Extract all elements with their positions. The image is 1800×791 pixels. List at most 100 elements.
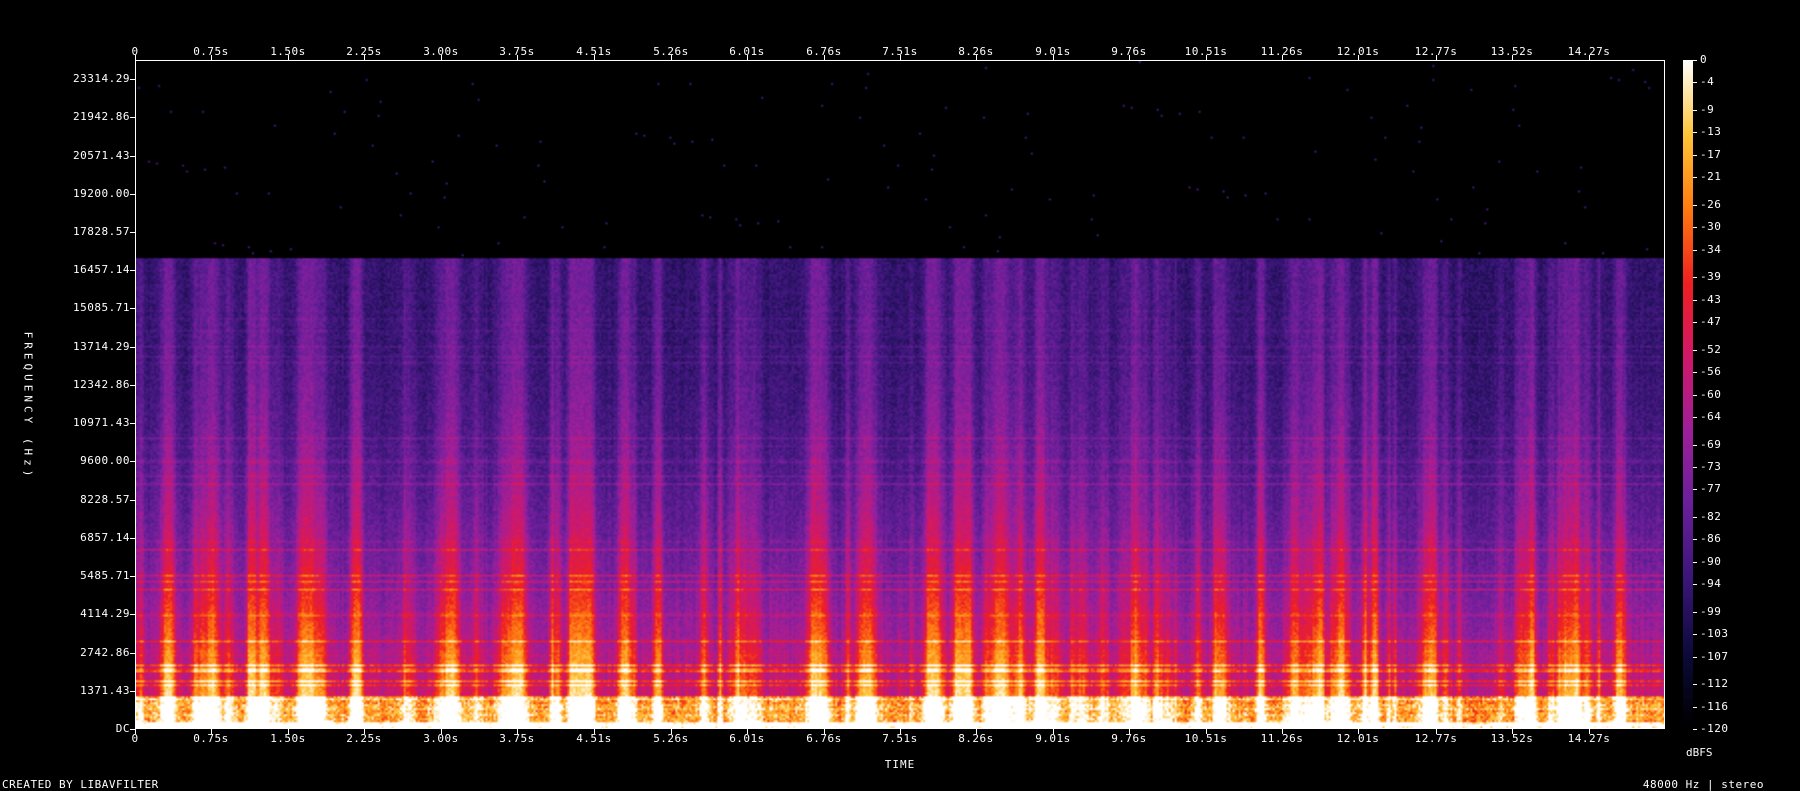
x-tick-bottom [517, 729, 518, 734]
y-tick-label: 12342.86 [73, 378, 130, 391]
y-tick-label: DC [115, 722, 130, 735]
colorbar-tick [1693, 132, 1697, 133]
colorbar-tick [1693, 177, 1697, 178]
y-tick-label: 23314.29 [73, 72, 130, 85]
colorbar-tick-label: -73 [1700, 460, 1722, 473]
x-tick-label-bottom: 2.25s [346, 732, 382, 745]
x-tick-label-bottom: 6.76s [806, 732, 842, 745]
x-tick-label-top: 6.01s [729, 45, 765, 58]
colorbar [1683, 60, 1693, 729]
colorbar-tick [1693, 445, 1697, 446]
x-axis-label: TIME [884, 758, 916, 771]
colorbar-tick-label: -77 [1700, 482, 1722, 495]
x-tick-label-bottom: 7.51s [882, 732, 918, 745]
colorbar-tick-label: -26 [1700, 198, 1722, 211]
x-tick-bottom [1436, 729, 1437, 734]
colorbar-tick [1693, 350, 1697, 351]
x-tick-label-top: 0.75s [193, 45, 229, 58]
x-tick-label-bottom: 11.26s [1260, 732, 1304, 745]
colorbar-tick-label: -30 [1700, 220, 1722, 233]
x-tick-label-bottom: 3.75s [499, 732, 535, 745]
x-tick-bottom [1512, 729, 1513, 734]
colorbar-tick [1693, 657, 1697, 658]
x-tick-bottom [1358, 729, 1359, 734]
y-tick-label: 17828.57 [73, 225, 130, 238]
colorbar-tick-label: -69 [1700, 438, 1722, 451]
colorbar-tick-label: -103 [1700, 627, 1729, 640]
x-tick-label-top: 11.26s [1260, 45, 1304, 58]
colorbar-tick-label: -86 [1700, 532, 1722, 545]
x-tick-bottom [1053, 729, 1054, 734]
colorbar-tick [1693, 467, 1697, 468]
x-tick-bottom [671, 729, 672, 734]
x-tick-label-bottom: 6.01s [729, 732, 765, 745]
x-tick-bottom [747, 729, 748, 734]
x-tick-label-top: 7.51s [882, 45, 918, 58]
x-tick-label-top: 3.00s [423, 45, 459, 58]
colorbar-tick-label: -17 [1700, 148, 1722, 161]
spectrogram-plot [135, 60, 1665, 729]
x-tick-bottom [824, 729, 825, 734]
x-tick-label-bottom: 5.26s [653, 732, 689, 745]
x-tick-label-bottom: 3.00s [423, 732, 459, 745]
x-tick-label-bottom: 4.51s [576, 732, 612, 745]
colorbar-tick [1693, 250, 1697, 251]
x-tick-label-top: 3.75s [499, 45, 535, 58]
colorbar-tick-label: -116 [1700, 700, 1729, 713]
x-tick-bottom [288, 729, 289, 734]
colorbar-tick-label: -64 [1700, 410, 1722, 423]
colorbar-tick-label: -9 [1700, 103, 1715, 116]
colorbar-tick-label: -60 [1700, 388, 1722, 401]
colorbar-tick [1693, 707, 1697, 708]
y-tick-label: 5485.71 [80, 569, 130, 582]
x-tick-label-top: 4.51s [576, 45, 612, 58]
x-tick-label-top: 10.51s [1184, 45, 1228, 58]
y-tick-label: 6857.14 [80, 531, 130, 544]
colorbar-tick [1693, 395, 1697, 396]
x-tick-bottom [594, 729, 595, 734]
y-tick-label: 4114.29 [80, 607, 130, 620]
colorbar-tick [1693, 322, 1697, 323]
spectrogram-image [136, 61, 1664, 728]
colorbar-tick-label: -34 [1700, 243, 1722, 256]
colorbar-tick [1693, 82, 1697, 83]
colorbar-tick [1693, 517, 1697, 518]
x-tick-bottom [441, 729, 442, 734]
x-tick-bottom [1206, 729, 1207, 734]
x-tick-bottom [1589, 729, 1590, 734]
y-axis-label: FREQUENCY (Hz) [21, 331, 35, 481]
colorbar-tick [1693, 60, 1697, 61]
x-tick-label-top: 9.76s [1111, 45, 1147, 58]
y-tick-label: 16457.14 [73, 263, 130, 276]
x-tick-label-top: 13.52s [1490, 45, 1534, 58]
colorbar-tick-label: 0 [1700, 53, 1708, 66]
colorbar-tick [1693, 584, 1697, 585]
x-tick-bottom [900, 729, 901, 734]
colorbar-tick [1693, 205, 1697, 206]
colorbar-tick-label: -107 [1700, 650, 1729, 663]
colorbar-tick-label: -94 [1700, 577, 1722, 590]
y-tick-label: 19200.00 [73, 187, 130, 200]
colorbar-tick-label: -99 [1700, 605, 1722, 618]
x-tick-label-top: 12.77s [1414, 45, 1458, 58]
x-tick-label-top: 1.50s [270, 45, 306, 58]
x-tick-label-bottom: 10.51s [1184, 732, 1228, 745]
colorbar-tick-label: -52 [1700, 343, 1722, 356]
x-tick-bottom [976, 729, 977, 734]
colorbar-tick-label: -120 [1700, 722, 1729, 735]
x-tick-bottom [364, 729, 365, 734]
x-tick-label-top: 8.26s [958, 45, 994, 58]
colorbar-tick-label: -82 [1700, 510, 1722, 523]
colorbar-tick [1693, 612, 1697, 613]
x-tick-label-top: 2.25s [346, 45, 382, 58]
colorbar-tick-label: -112 [1700, 677, 1729, 690]
colorbar-tick-label: -4 [1700, 75, 1715, 88]
colorbar-tick [1693, 227, 1697, 228]
x-tick-label-bottom: 9.76s [1111, 732, 1147, 745]
x-tick-label-top: 0 [131, 45, 139, 58]
colorbar-tick [1693, 277, 1697, 278]
colorbar-tick [1693, 155, 1697, 156]
colorbar-tick [1693, 110, 1697, 111]
x-tick-bottom [1282, 729, 1283, 734]
y-tick-label: 1371.43 [80, 684, 130, 697]
